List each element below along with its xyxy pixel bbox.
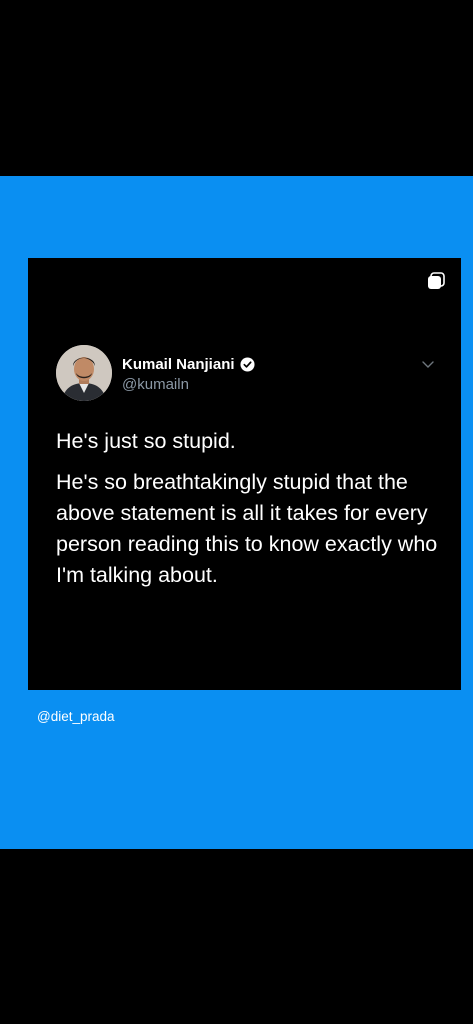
- post-image: Kumail Nanjiani @kumailn He's just so st…: [0, 176, 473, 849]
- screen: Kumail Nanjiani @kumailn He's just so st…: [0, 0, 473, 1024]
- tweet-paragraph: He's just so stupid.: [56, 429, 236, 453]
- verified-badge-icon: [240, 357, 255, 372]
- author-handle[interactable]: @kumailn: [122, 376, 189, 393]
- multiple-images-icon[interactable]: [427, 272, 445, 290]
- display-name[interactable]: Kumail Nanjiani: [122, 356, 235, 373]
- chevron-down-icon[interactable]: [421, 360, 435, 370]
- tweet-card: Kumail Nanjiani @kumailn He's just so st…: [28, 258, 461, 690]
- tweet-text: He's just so stupid. He's so breathtakin…: [56, 426, 446, 601]
- tweet-paragraph: He's so breathtakingly stupid that the a…: [56, 470, 438, 587]
- avatar[interactable]: [56, 345, 112, 401]
- avatar-photo: [56, 345, 112, 401]
- author-name-row: Kumail Nanjiani: [122, 356, 255, 373]
- watermark-handle: @diet_prada: [37, 709, 115, 724]
